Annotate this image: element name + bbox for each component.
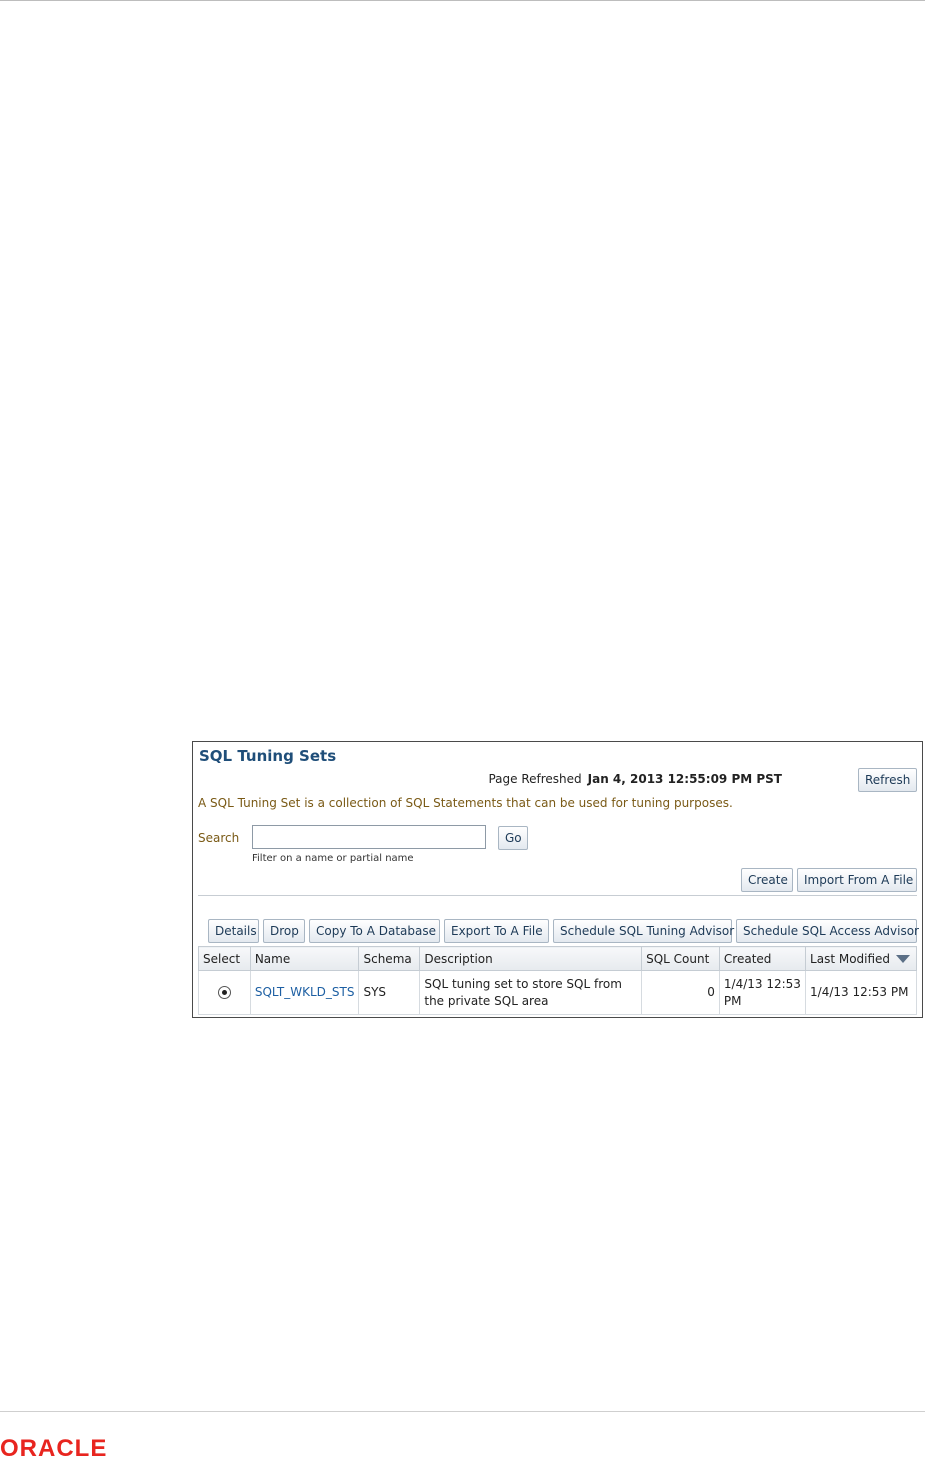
sql-tuning-sets-panel: SQL Tuning Sets Page Refreshed Jan 4, 201… — [192, 741, 923, 1018]
section-divider — [198, 895, 917, 896]
page-description: A SQL Tuning Set is a collection of SQL … — [198, 796, 733, 810]
page-refreshed-timestamp: Jan 4, 2013 12:55:09 PM PST — [587, 772, 782, 786]
column-header-schema[interactable]: Schema — [358, 946, 421, 971]
top-divider — [0, 0, 925, 1]
refresh-button[interactable]: Refresh — [858, 768, 917, 792]
column-header-select: Select — [198, 946, 251, 971]
column-header-sql-count[interactable]: SQL Count — [641, 946, 720, 971]
copy-to-database-button[interactable]: Copy To A Database — [309, 919, 440, 943]
footer-divider — [0, 1411, 925, 1412]
last-modified-cell: 1/4/13 12:53 PM — [805, 970, 917, 1015]
description-cell: SQL tuning set to store SQL from the pri… — [419, 970, 643, 1015]
import-from-file-button[interactable]: Import From A File — [797, 868, 917, 892]
oracle-logo-text: ORACLE — [0, 1437, 107, 1459]
create-button[interactable]: Create — [741, 868, 793, 892]
tuning-sets-table: Select Name Schema Description SQL Count… — [198, 946, 917, 1015]
select-cell — [198, 970, 251, 1015]
table-row: SQLT_WKLD_STS SYS SQL tuning set to stor… — [198, 970, 917, 1015]
column-header-created[interactable]: Created — [718, 946, 807, 971]
search-input[interactable] — [252, 825, 486, 849]
name-cell: SQLT_WKLD_STS — [249, 970, 360, 1015]
schedule-access-advisor-button[interactable]: Schedule SQL Access Advisor — [736, 919, 919, 943]
details-button[interactable]: Details — [208, 919, 259, 943]
column-header-description[interactable]: Description — [419, 946, 643, 971]
tuning-set-name-link[interactable]: SQLT_WKLD_STS — [255, 985, 355, 999]
column-header-last-modified-label: Last Modified — [810, 951, 891, 966]
column-header-name[interactable]: Name — [249, 946, 360, 971]
search-label: Search — [198, 831, 240, 845]
export-to-file-button[interactable]: Export To A File — [444, 919, 549, 943]
oracle-logo: ORACLE — [0, 1437, 107, 1459]
go-button[interactable]: Go — [498, 826, 528, 850]
sql-count-cell: 0 — [641, 970, 720, 1015]
page-refreshed-label: Page Refreshed — [488, 772, 582, 786]
created-cell: 1/4/13 12:53 PM — [718, 970, 807, 1015]
page-refreshed-info: Page Refreshed Jan 4, 2013 12:55:09 PM PS… — [488, 772, 782, 786]
table-header-row: Select Name Schema Description SQL Count… — [198, 946, 917, 971]
row-select-radio[interactable] — [217, 986, 231, 999]
sort-descending-icon[interactable] — [896, 955, 911, 963]
search-hint: Filter on a name or partial name — [252, 853, 414, 864]
column-header-last-modified[interactable]: Last Modified — [805, 946, 917, 971]
schedule-tuning-advisor-button[interactable]: Schedule SQL Tuning Advisor — [553, 919, 734, 943]
page-title: SQL Tuning Sets — [199, 747, 337, 765]
drop-button[interactable]: Drop — [263, 919, 305, 943]
schema-cell: SYS — [358, 970, 421, 1015]
